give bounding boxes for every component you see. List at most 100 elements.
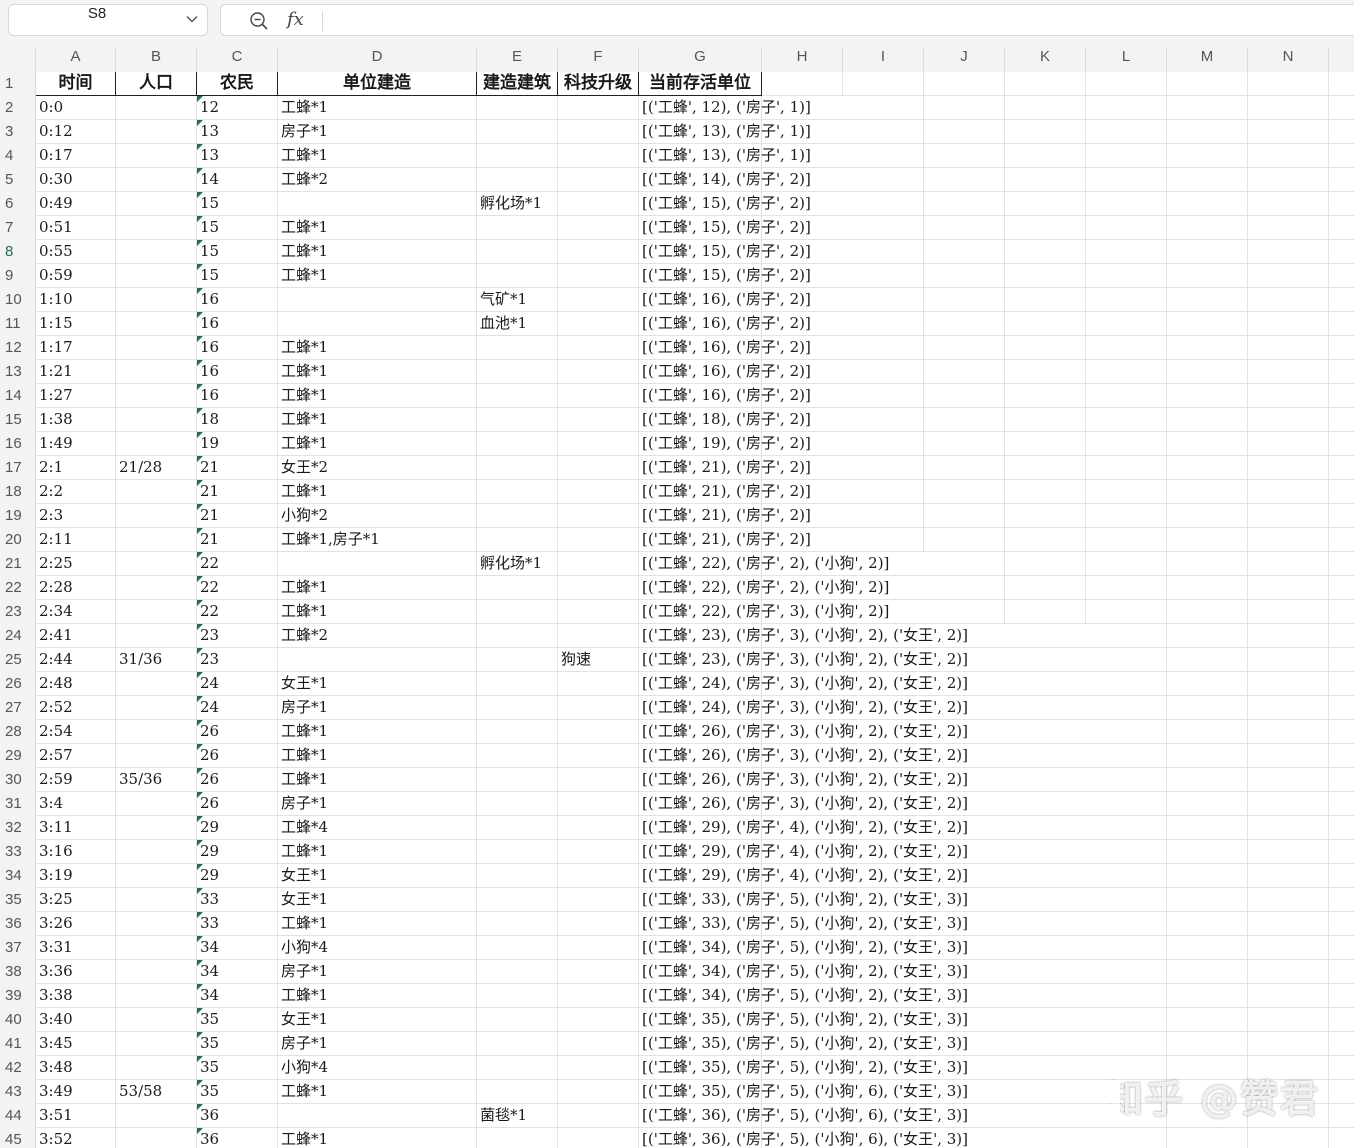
cell-d[interactable]: 工蜂*1: [278, 840, 477, 863]
cell-d[interactable]: 工蜂*1: [278, 600, 477, 623]
cell-f[interactable]: [558, 720, 639, 743]
cell-d[interactable]: 工蜂*1: [278, 1128, 477, 1148]
cell-e[interactable]: [477, 528, 558, 551]
cell-d[interactable]: 工蜂*1: [278, 360, 477, 383]
cell-c[interactable]: 21: [197, 480, 278, 503]
cell-k[interactable]: [1005, 360, 1086, 383]
cell-a[interactable]: 3:31: [36, 936, 116, 959]
cell-n[interactable]: [1248, 360, 1329, 383]
cell-c[interactable]: 26: [197, 792, 278, 815]
cell-m[interactable]: [1167, 96, 1248, 119]
cell-e[interactable]: [477, 768, 558, 791]
cell-d[interactable]: 工蜂*1: [278, 336, 477, 359]
cell-a[interactable]: 1:15: [36, 312, 116, 335]
cell-m[interactable]: [1167, 840, 1248, 863]
cell-b[interactable]: [116, 336, 197, 359]
cell-b[interactable]: [116, 840, 197, 863]
cell-m[interactable]: [1167, 624, 1248, 647]
cell-j[interactable]: [924, 480, 1005, 503]
cell-n[interactable]: [1248, 648, 1329, 671]
cell-l[interactable]: [1086, 120, 1167, 143]
cell-n[interactable]: [1248, 624, 1329, 647]
cell-n[interactable]: [1248, 384, 1329, 407]
select-all-corner[interactable]: [0, 48, 36, 72]
cell-b[interactable]: [116, 312, 197, 335]
cell-k[interactable]: [1005, 144, 1086, 167]
cell-m[interactable]: [1167, 288, 1248, 311]
cell-a[interactable]: 0:59: [36, 264, 116, 287]
cell-b[interactable]: [116, 1128, 197, 1148]
cell-a[interactable]: 3:48: [36, 1056, 116, 1079]
cell-l[interactable]: [1086, 168, 1167, 191]
cell-n[interactable]: [1248, 528, 1329, 551]
cell-d[interactable]: 工蜂*1: [278, 432, 477, 455]
cell-k[interactable]: [1005, 336, 1086, 359]
cell-e[interactable]: [477, 888, 558, 911]
cell-f[interactable]: [558, 888, 639, 911]
cell-a[interactable]: 2:28: [36, 576, 116, 599]
cell-k[interactable]: [1005, 408, 1086, 431]
cell-n[interactable]: [1248, 864, 1329, 887]
row-header[interactable]: 38: [0, 960, 36, 984]
cell-m[interactable]: [1167, 960, 1248, 983]
cell-e[interactable]: [477, 456, 558, 479]
cell-e[interactable]: [477, 1080, 558, 1103]
cell-n[interactable]: [1248, 336, 1329, 359]
cell-g-units[interactable]: [('工蜂', 29), ('房子', 4), ('小狗', 2), ('女王'…: [639, 840, 968, 863]
cell-g-units[interactable]: [('工蜂', 15), ('房子', 2)]: [639, 240, 811, 263]
cell-f[interactable]: [558, 1104, 639, 1127]
cell-c[interactable]: 34: [197, 984, 278, 1007]
cell-c[interactable]: 36: [197, 1128, 278, 1148]
cell-f[interactable]: [558, 624, 639, 647]
cell-e[interactable]: [477, 360, 558, 383]
cell-k[interactable]: [1005, 96, 1086, 119]
chevron-down-icon[interactable]: [185, 12, 199, 26]
cell-j[interactable]: [924, 168, 1005, 191]
cell-f[interactable]: [558, 576, 639, 599]
cell-j[interactable]: [924, 336, 1005, 359]
cell-a[interactable]: 3:49: [36, 1080, 116, 1103]
cell-b[interactable]: [116, 408, 197, 431]
cell-g-units[interactable]: [('工蜂', 15), ('房子', 2)]: [639, 192, 811, 215]
cell-c[interactable]: 33: [197, 912, 278, 935]
cell-b[interactable]: [116, 864, 197, 887]
cell-m[interactable]: [1167, 720, 1248, 743]
cell-f[interactable]: [558, 216, 639, 239]
row-header[interactable]: 24: [0, 624, 36, 648]
cell-m[interactable]: [1167, 192, 1248, 215]
cell-d[interactable]: 房子*1: [278, 1032, 477, 1055]
cell-c[interactable]: 15: [197, 264, 278, 287]
cell-f[interactable]: [558, 744, 639, 767]
cell-b[interactable]: [116, 936, 197, 959]
cell-l[interactable]: [1086, 240, 1167, 263]
cell-g-units[interactable]: [('工蜂', 33), ('房子', 5), ('小狗', 2), ('女王'…: [639, 912, 968, 935]
cell-c[interactable]: 14: [197, 168, 278, 191]
cell-m[interactable]: [1167, 552, 1248, 575]
cell-j[interactable]: [924, 192, 1005, 215]
cell-c[interactable]: 26: [197, 768, 278, 791]
cell-a[interactable]: 3:36: [36, 960, 116, 983]
row-header[interactable]: 18: [0, 480, 36, 504]
cell-g-units[interactable]: [('工蜂', 16), ('房子', 2)]: [639, 360, 811, 383]
cell-a[interactable]: 2:54: [36, 720, 116, 743]
cell-m[interactable]: [1167, 528, 1248, 551]
cell-m[interactable]: [1167, 576, 1248, 599]
cell-d[interactable]: 工蜂*1: [278, 216, 477, 239]
cell-n[interactable]: [1248, 432, 1329, 455]
cell-m[interactable]: [1167, 120, 1248, 143]
cell-d[interactable]: 工蜂*1: [278, 144, 477, 167]
cell-a[interactable]: 2:59: [36, 768, 116, 791]
cell-b[interactable]: 35/36: [116, 768, 197, 791]
cell-d[interactable]: 工蜂*1: [278, 384, 477, 407]
cell-h[interactable]: [762, 72, 843, 95]
cell-f[interactable]: [558, 336, 639, 359]
row-header[interactable]: 3: [0, 120, 36, 144]
cell-e[interactable]: [477, 216, 558, 239]
cell-g-units[interactable]: [('工蜂', 22), ('房子', 3), ('小狗', 2)]: [639, 600, 889, 623]
cell-a[interactable]: 0:0: [36, 96, 116, 119]
header-cell-g[interactable]: 当前存活单位: [639, 72, 762, 96]
cell-g-units[interactable]: [('工蜂', 35), ('房子', 5), ('小狗', 2), ('女王'…: [639, 1032, 968, 1055]
column-header-i[interactable]: I: [843, 48, 924, 72]
cell-f[interactable]: [558, 600, 639, 623]
cell-a[interactable]: 3:16: [36, 840, 116, 863]
